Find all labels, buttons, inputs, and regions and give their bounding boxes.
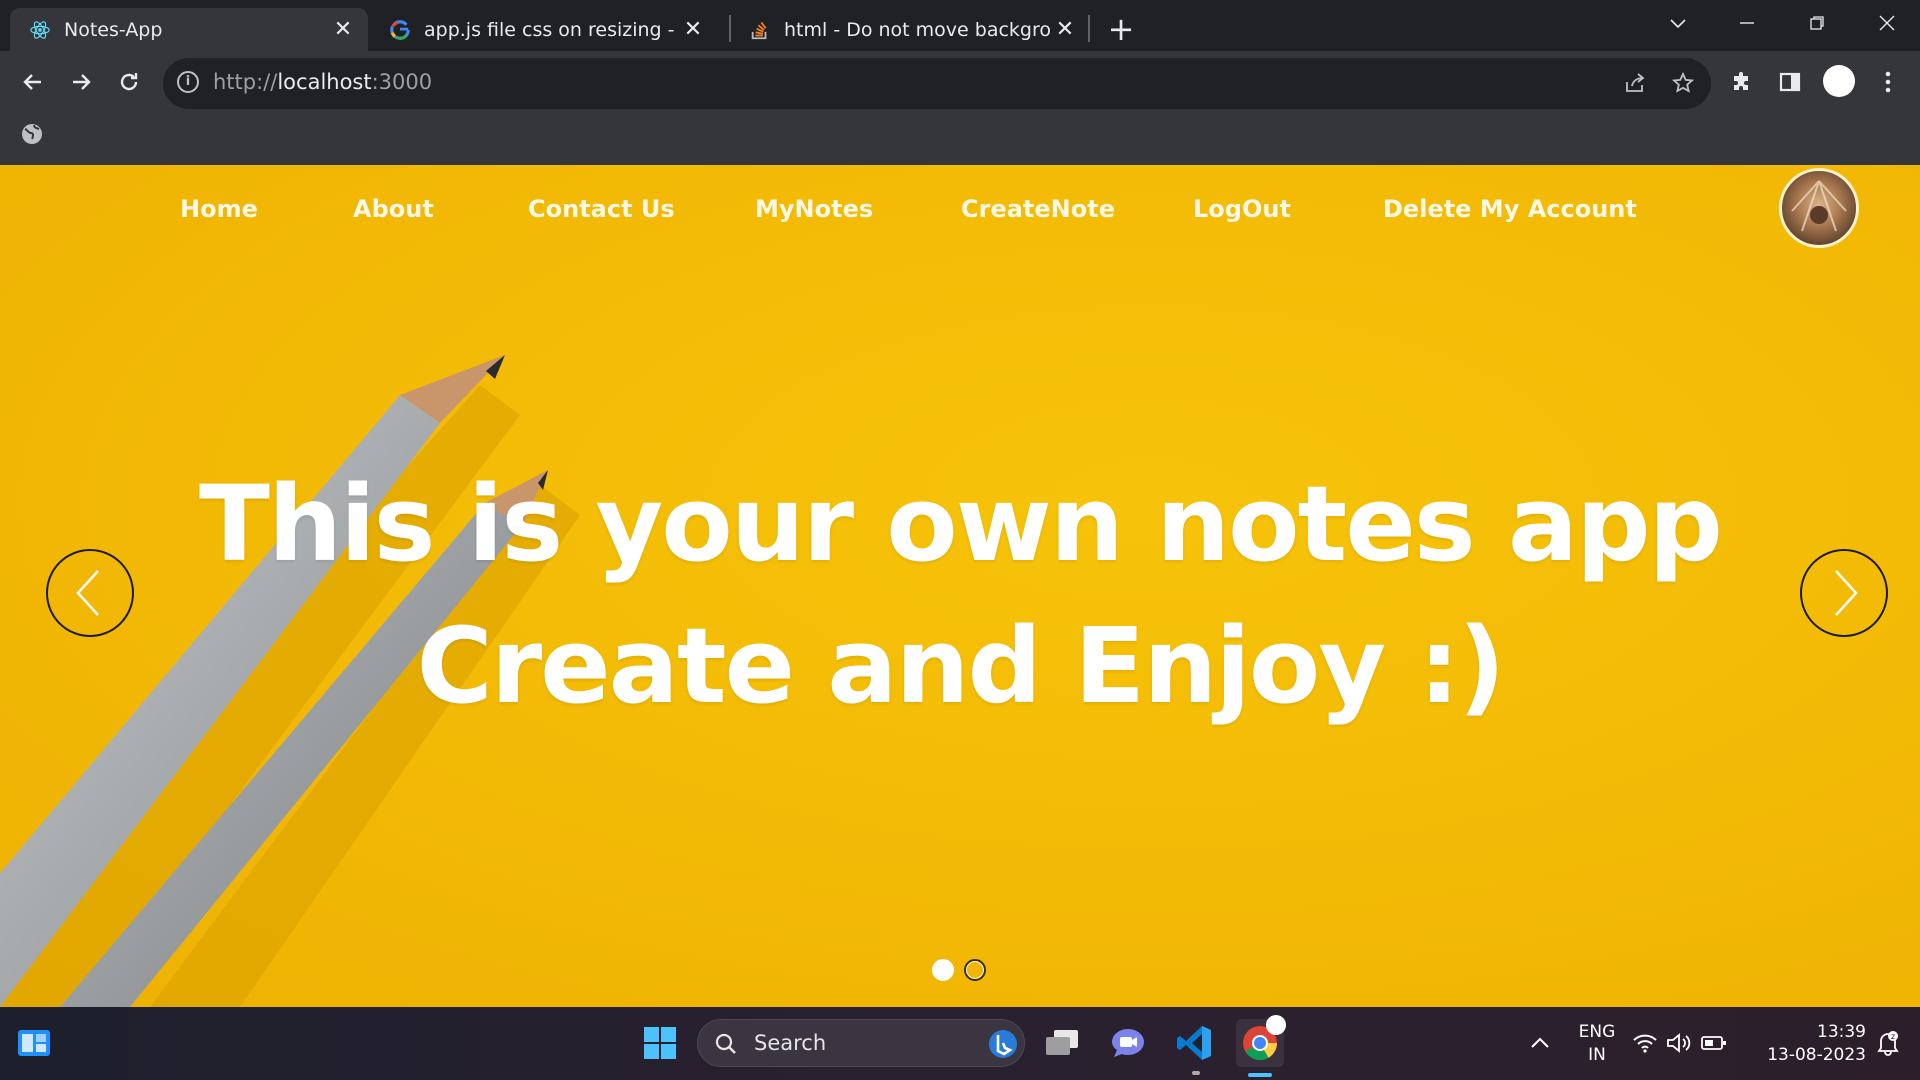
language-code: ENG <box>1578 1022 1616 1042</box>
clock-date: 13-08-2023 <box>1767 1045 1866 1065</box>
windows-taskbar: Search ENG IN 13:39 13-08-2023 z <box>0 1007 1920 1080</box>
site-navbar: Home About Contact Us MyNotes CreateNote… <box>0 165 1920 265</box>
nav-about-link[interactable]: About <box>353 195 434 223</box>
bing-icon[interactable] <box>988 1029 1018 1059</box>
svg-text:z: z <box>1891 1032 1895 1041</box>
page-viewport: Home About Contact Us MyNotes CreateNote… <box>0 165 1920 1007</box>
hero-heading: This is your own notes app <box>199 463 1723 585</box>
chrome-profile-badge <box>1266 1015 1286 1035</box>
nav-delete-account-link[interactable]: Delete My Account <box>1383 195 1637 223</box>
minimize-button[interactable] <box>1717 4 1777 42</box>
tab-title: Notes-App <box>64 18 163 41</box>
share-icon[interactable] <box>1620 68 1650 98</box>
new-tab-button[interactable]: + <box>1104 13 1138 47</box>
show-hidden-icons-chevron-icon[interactable] <box>1516 1019 1564 1067</box>
chevron-left-icon <box>76 570 99 616</box>
user-avatar[interactable] <box>1779 168 1859 248</box>
notifications-bell-icon[interactable]: z <box>1866 1019 1910 1067</box>
quick-settings-tray[interactable] <box>1628 1019 1732 1067</box>
search-placeholder: Search <box>754 1031 827 1055</box>
carousel-indicators <box>932 959 986 981</box>
vscode-icon[interactable] <box>1170 1019 1218 1067</box>
language-indicator[interactable]: ENG IN <box>1572 1021 1622 1067</box>
close-window-button[interactable] <box>1857 4 1917 42</box>
forward-button[interactable] <box>61 62 101 102</box>
tab-google-search[interactable]: app.js file css on resizing - Googl ✕ <box>370 8 718 51</box>
address-bar[interactable]: i http://localhost:3000 <box>163 58 1711 109</box>
teams-chat-icon[interactable] <box>1104 1019 1152 1067</box>
nav-contact-link[interactable]: Contact Us <box>528 195 675 223</box>
tab-stackoverflow[interactable]: html - Do not move background ✕ <box>730 8 1090 51</box>
chrome-taskbar-icon[interactable] <box>1236 1015 1286 1067</box>
carousel-next-button[interactable] <box>1800 549 1888 637</box>
vscode-running-indicator <box>1192 1071 1200 1075</box>
chevron-right-icon <box>1835 570 1858 616</box>
clock-time: 13:39 <box>1817 1022 1866 1042</box>
bookmark-star-icon[interactable] <box>1668 68 1698 98</box>
profile-avatar[interactable] <box>1823 65 1855 97</box>
reload-button[interactable] <box>109 62 149 102</box>
back-button[interactable] <box>13 62 53 102</box>
close-tab-icon[interactable]: ✕ <box>330 17 356 43</box>
nav-home-link[interactable]: Home <box>180 195 258 223</box>
restore-button[interactable] <box>1787 4 1847 42</box>
url-text[interactable]: http://localhost:3000 <box>213 70 432 94</box>
site-info-icon[interactable]: i <box>177 71 199 93</box>
volume-icon <box>1667 1033 1691 1053</box>
tab-title: html - Do not move background <box>784 18 1052 41</box>
nav-logout-link[interactable]: LogOut <box>1193 195 1291 223</box>
browser-toolbar: i http://localhost:3000 <box>0 51 1920 165</box>
clock[interactable]: 13:39 13-08-2023 <box>1754 1021 1866 1067</box>
bookmark-globe-icon[interactable] <box>20 122 44 146</box>
tab-notes-app[interactable]: Notes-App ✕ <box>10 8 368 51</box>
battery-icon <box>1701 1036 1726 1050</box>
carousel-indicator-2[interactable] <box>964 959 986 981</box>
chrome-active-indicator <box>1248 1073 1272 1077</box>
carousel-prev-button[interactable] <box>46 549 134 637</box>
browser-tab-strip: Notes-App ✕ app.js file css on resizing … <box>0 0 1920 51</box>
search-icon <box>715 1033 736 1054</box>
url-port: :3000 <box>371 70 433 94</box>
url-scheme: http:// <box>213 70 278 94</box>
stackoverflow-icon <box>748 18 772 42</box>
url-host: localhost <box>277 70 372 94</box>
chrome-menu-icon[interactable] <box>1870 64 1906 100</box>
carousel-indicator-1[interactable] <box>932 959 954 981</box>
tab-separator <box>1088 15 1090 42</box>
wifi-icon <box>1633 1034 1657 1053</box>
react-icon <box>28 18 52 42</box>
pencils-background-image <box>0 355 580 1007</box>
task-view-icon[interactable] <box>1038 1019 1086 1067</box>
google-icon <box>388 18 412 42</box>
widgets-icon[interactable] <box>10 1019 58 1067</box>
extensions-puzzle-icon[interactable] <box>1724 64 1760 100</box>
close-tab-icon[interactable]: ✕ <box>1052 17 1078 43</box>
nav-mynotes-link[interactable]: MyNotes <box>755 195 873 223</box>
tab-search-chevron-icon[interactable] <box>1648 4 1708 42</box>
side-panel-icon[interactable] <box>1772 64 1808 100</box>
taskbar-search-box[interactable]: Search <box>697 1019 1025 1067</box>
windows-start-icon[interactable] <box>636 1019 684 1067</box>
close-tab-icon[interactable]: ✕ <box>680 17 706 43</box>
language-region: IN <box>1588 1045 1606 1065</box>
nav-createnote-link[interactable]: CreateNote <box>961 195 1115 223</box>
tab-title: app.js file css on resizing - Googl <box>424 18 680 41</box>
hero-subheading: Create and Enjoy :) <box>416 605 1506 727</box>
